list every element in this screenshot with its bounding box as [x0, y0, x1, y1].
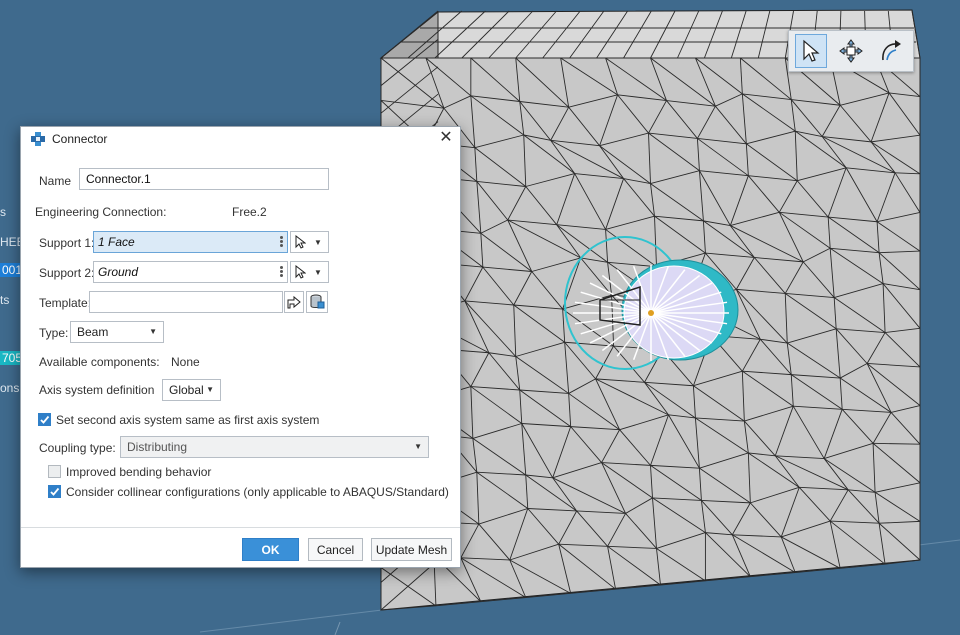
more-options-icon[interactable]: [280, 236, 283, 248]
tree-item[interactable]: s: [0, 205, 6, 219]
collinear-checkbox[interactable]: [48, 485, 61, 498]
rotate-arrow-icon: [882, 40, 901, 61]
cursor-arrow-icon: [803, 39, 820, 62]
chevron-down-icon: ▼: [414, 442, 422, 451]
cursor-arrow-icon: [295, 265, 306, 279]
tree-item[interactable]: ons: [0, 381, 19, 395]
support2-field[interactable]: Ground: [93, 261, 288, 283]
second-axis-checkbox[interactable]: [38, 413, 51, 426]
chevron-down-icon: ▼: [206, 385, 214, 394]
template-field[interactable]: [89, 291, 283, 313]
support1-field[interactable]: 1 Face: [93, 231, 288, 253]
axis-system-dropdown[interactable]: Global ▼: [162, 379, 221, 401]
chevron-down-icon: ▼: [149, 327, 157, 336]
rotate-button[interactable]: [875, 34, 907, 68]
database-icon: [310, 294, 325, 309]
close-icon[interactable]: ✕: [438, 130, 454, 146]
connector-icon: [31, 132, 45, 146]
selection-toolbar: [788, 30, 914, 72]
update-mesh-button[interactable]: Update Mesh: [371, 538, 452, 561]
support2-selection-mode[interactable]: ▼: [290, 261, 329, 283]
support2-value: Ground: [98, 265, 139, 279]
axis-system-value: Global: [169, 383, 204, 397]
checkmark-icon: [40, 415, 50, 424]
dialog-title-bar[interactable]: Connector: [21, 127, 460, 151]
checkmark-icon: [50, 487, 60, 496]
name-label: Name: [39, 174, 72, 188]
bending-label: Improved bending behavior: [66, 465, 212, 479]
template-label: Template:: [39, 296, 92, 310]
coupling-type-label: Coupling type:: [39, 441, 116, 455]
coupling-type-dropdown[interactable]: Distributing ▼: [120, 436, 429, 458]
connector-dialog: Connector ✕ Name Connector.1 Engineering…: [20, 126, 461, 568]
more-options-icon[interactable]: [280, 266, 283, 278]
name-field[interactable]: Connector.1: [79, 168, 329, 190]
available-components-value: None: [171, 355, 200, 369]
support1-label: Support 1:: [39, 236, 95, 250]
axis-system-label: Axis system definition: [39, 383, 155, 397]
3d-viewport[interactable]: s HEE 001 ts 705 ons Connector ✕ Name Co…: [0, 0, 960, 635]
type-value: Beam: [77, 325, 109, 339]
pan-button[interactable]: [835, 34, 867, 68]
second-axis-label: Set second axis system same as first axi…: [56, 413, 320, 427]
collinear-label: Consider collinear configurations (only …: [66, 485, 449, 499]
dialog-title: Connector: [52, 132, 108, 146]
coupling-type-value: Distributing: [127, 440, 188, 454]
engineering-connection-value: Free.2: [232, 205, 267, 219]
type-dropdown[interactable]: Beam ▼: [70, 321, 164, 343]
engineering-connection-label: Engineering Connection:: [35, 205, 167, 219]
template-browse-button[interactable]: [284, 291, 304, 313]
available-components-label: Available components:: [39, 355, 160, 369]
select-button[interactable]: [795, 34, 828, 68]
footer-divider: [21, 527, 460, 528]
cursor-arrow-icon: [295, 235, 306, 249]
support2-label: Support 2:: [39, 266, 95, 280]
browse-arrow-icon: [287, 295, 301, 309]
cancel-button[interactable]: Cancel: [308, 538, 363, 561]
tree-item[interactable]: ts: [0, 293, 9, 307]
support1-value: 1 Face: [98, 235, 135, 249]
ok-button[interactable]: OK: [242, 538, 299, 561]
catalog-button[interactable]: [306, 291, 328, 313]
move-cross-icon: [839, 39, 863, 63]
type-label: Type:: [39, 326, 69, 340]
support1-selection-mode[interactable]: ▼: [290, 231, 329, 253]
bending-checkbox[interactable]: [48, 465, 61, 478]
